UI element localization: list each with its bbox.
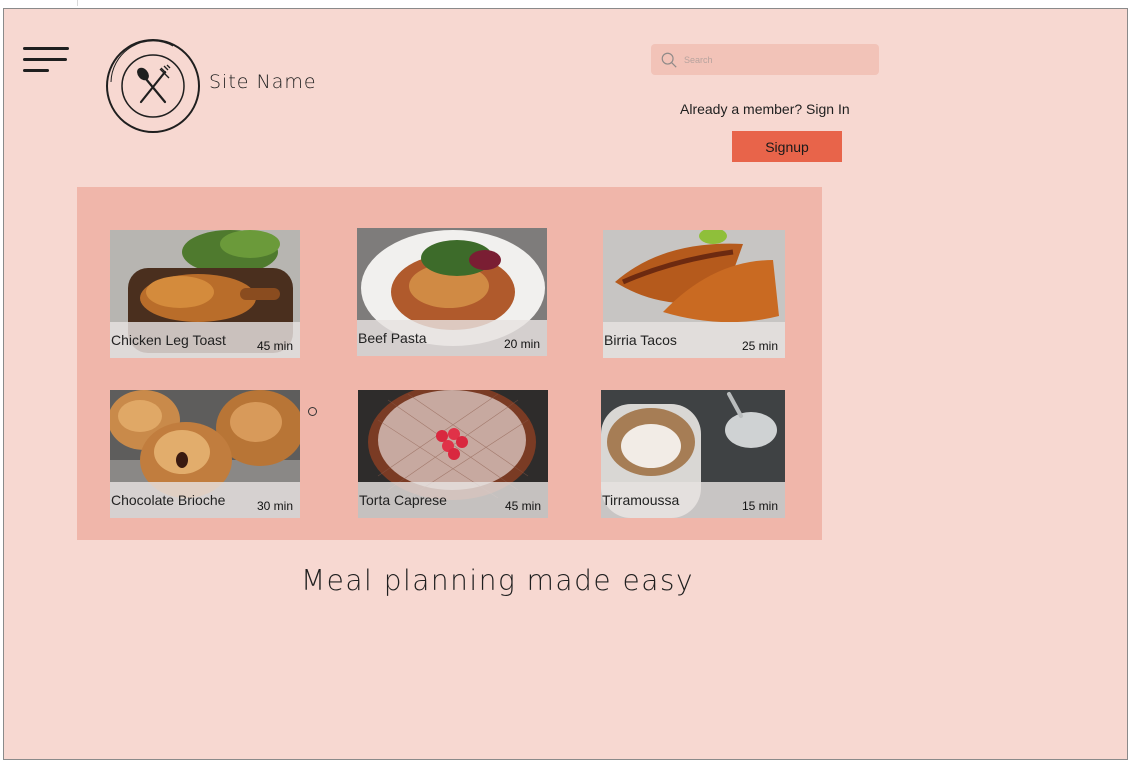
- recipe-name: Torta Caprese: [359, 492, 447, 508]
- search-icon: [661, 52, 677, 68]
- recipe-card[interactable]: Beef Pasta 20 min: [357, 228, 547, 356]
- top-tick-mark: [77, 0, 78, 6]
- carousel-dot[interactable]: [308, 407, 317, 416]
- recipe-time: 45 min: [504, 499, 541, 513]
- search-input[interactable]: [684, 54, 864, 65]
- recipe-card[interactable]: Torta Caprese 45 min: [358, 390, 548, 518]
- recipe-time: 20 min: [503, 337, 540, 351]
- recipe-name: Chocolate Brioche: [111, 492, 226, 508]
- recipe-card[interactable]: Chicken Leg Toast 45 min: [110, 230, 300, 358]
- recipe-time: 25 min: [741, 339, 778, 353]
- search-bar[interactable]: [651, 44, 879, 75]
- recipe-grid: Chicken Leg Toast 45 min Beef Pasta 20 m…: [77, 187, 822, 540]
- page-frame: Site Name Already a member? Sign In Sign…: [3, 8, 1128, 760]
- recipe-card[interactable]: Tirramoussa 15 min: [601, 390, 785, 518]
- hamburger-menu-icon[interactable]: [23, 47, 71, 77]
- tagline: Meal planning made easy: [301, 563, 695, 598]
- recipe-name: Birria Tacos: [604, 332, 677, 348]
- site-name[interactable]: Site Name: [209, 71, 317, 93]
- signup-button[interactable]: Signup: [732, 131, 842, 162]
- recipe-name: Tirramoussa: [602, 492, 680, 508]
- recipe-name: Beef Pasta: [358, 330, 427, 346]
- logo-icon: [106, 39, 200, 133]
- recipe-time: 15 min: [741, 499, 778, 513]
- recipe-time: 30 min: [256, 499, 293, 513]
- recipe-card[interactable]: Chocolate Brioche 30 min: [110, 390, 300, 518]
- recipe-time: 45 min: [256, 339, 293, 353]
- sign-in-link[interactable]: Already a member? Sign In: [680, 101, 850, 117]
- recipe-name: Chicken Leg Toast: [111, 332, 226, 348]
- recipe-card[interactable]: Birria Tacos 25 min: [603, 230, 785, 358]
